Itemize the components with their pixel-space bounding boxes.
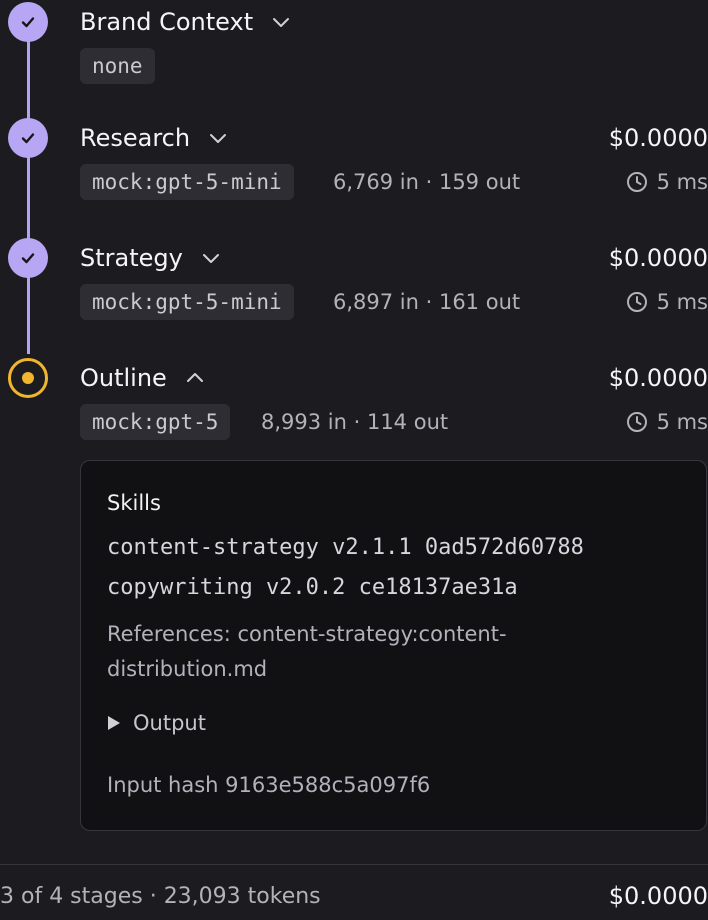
stage-token-count: 6,769 in · 159 out	[333, 170, 521, 194]
clock-icon	[626, 411, 648, 433]
pipeline-summary: 3 of 4 stages · 23,093 tokens	[0, 884, 321, 909]
stage-name: Strategy	[80, 244, 183, 272]
stage-duration-value: 5 ms	[656, 410, 708, 434]
stage-duration: 5 ms	[626, 404, 708, 440]
dot-icon	[22, 372, 34, 384]
chevron-up-icon[interactable]	[185, 371, 205, 385]
stage-token-count: 6,897 in · 161 out	[333, 290, 521, 314]
skill-item: copywriting v2.0.2 ce18137ae31a	[107, 575, 518, 600]
stage-model-badge: mock:gpt-5-mini	[80, 284, 294, 320]
stage-duration-value: 5 ms	[656, 170, 708, 194]
stage-cost: $0.0000	[608, 244, 708, 272]
stage-name: Outline	[80, 364, 167, 392]
stage-status-done	[8, 2, 48, 42]
stage-header-brand-context[interactable]: Brand Context	[80, 6, 291, 38]
stage-duration-value: 5 ms	[656, 290, 708, 314]
skill-item: content-strategy v2.1.1 0ad572d60788	[107, 535, 584, 560]
check-icon	[19, 249, 37, 267]
stage-header-outline[interactable]: Outline	[80, 362, 205, 394]
references-text: References: content-strategy:content-dis…	[107, 622, 507, 681]
stage-cost: $0.0000	[608, 364, 708, 392]
skills-heading: Skills	[107, 491, 161, 515]
timeline-rail	[27, 30, 30, 354]
check-icon	[19, 13, 37, 31]
triangle-right-icon	[107, 715, 121, 731]
stage-status-done	[8, 118, 48, 158]
check-icon	[19, 129, 37, 147]
pipeline-total-cost: $0.0000	[608, 882, 708, 910]
chevron-down-icon[interactable]	[201, 251, 221, 265]
stage-model-badge: mock:gpt-5-mini	[80, 164, 294, 200]
stage-detail-panel: Skills content-strategy v2.1.1 0ad572d60…	[80, 460, 707, 831]
stage-status-done	[8, 238, 48, 278]
output-toggle[interactable]: Output	[107, 711, 206, 735]
footer-divider	[0, 864, 708, 865]
chevron-down-icon[interactable]	[271, 15, 291, 29]
stage-status-active	[8, 358, 48, 398]
output-label: Output	[133, 711, 206, 735]
stage-cost: $0.0000	[608, 124, 708, 152]
stage-model-badge: mock:gpt-5	[80, 404, 231, 440]
stage-name: Research	[80, 124, 191, 152]
stage-header-research[interactable]: Research	[80, 122, 228, 154]
stage-duration: 5 ms	[626, 164, 708, 200]
stage-token-count: 8,993 in · 114 out	[261, 410, 449, 434]
clock-icon	[626, 291, 648, 313]
stage-duration: 5 ms	[626, 284, 708, 320]
clock-icon	[626, 171, 648, 193]
input-hash: Input hash 9163e588c5a097f6	[107, 773, 431, 797]
stage-header-strategy[interactable]: Strategy	[80, 242, 221, 274]
chevron-down-icon[interactable]	[208, 131, 228, 145]
stage-name: Brand Context	[80, 8, 254, 36]
stage-model-badge: none	[80, 48, 155, 84]
